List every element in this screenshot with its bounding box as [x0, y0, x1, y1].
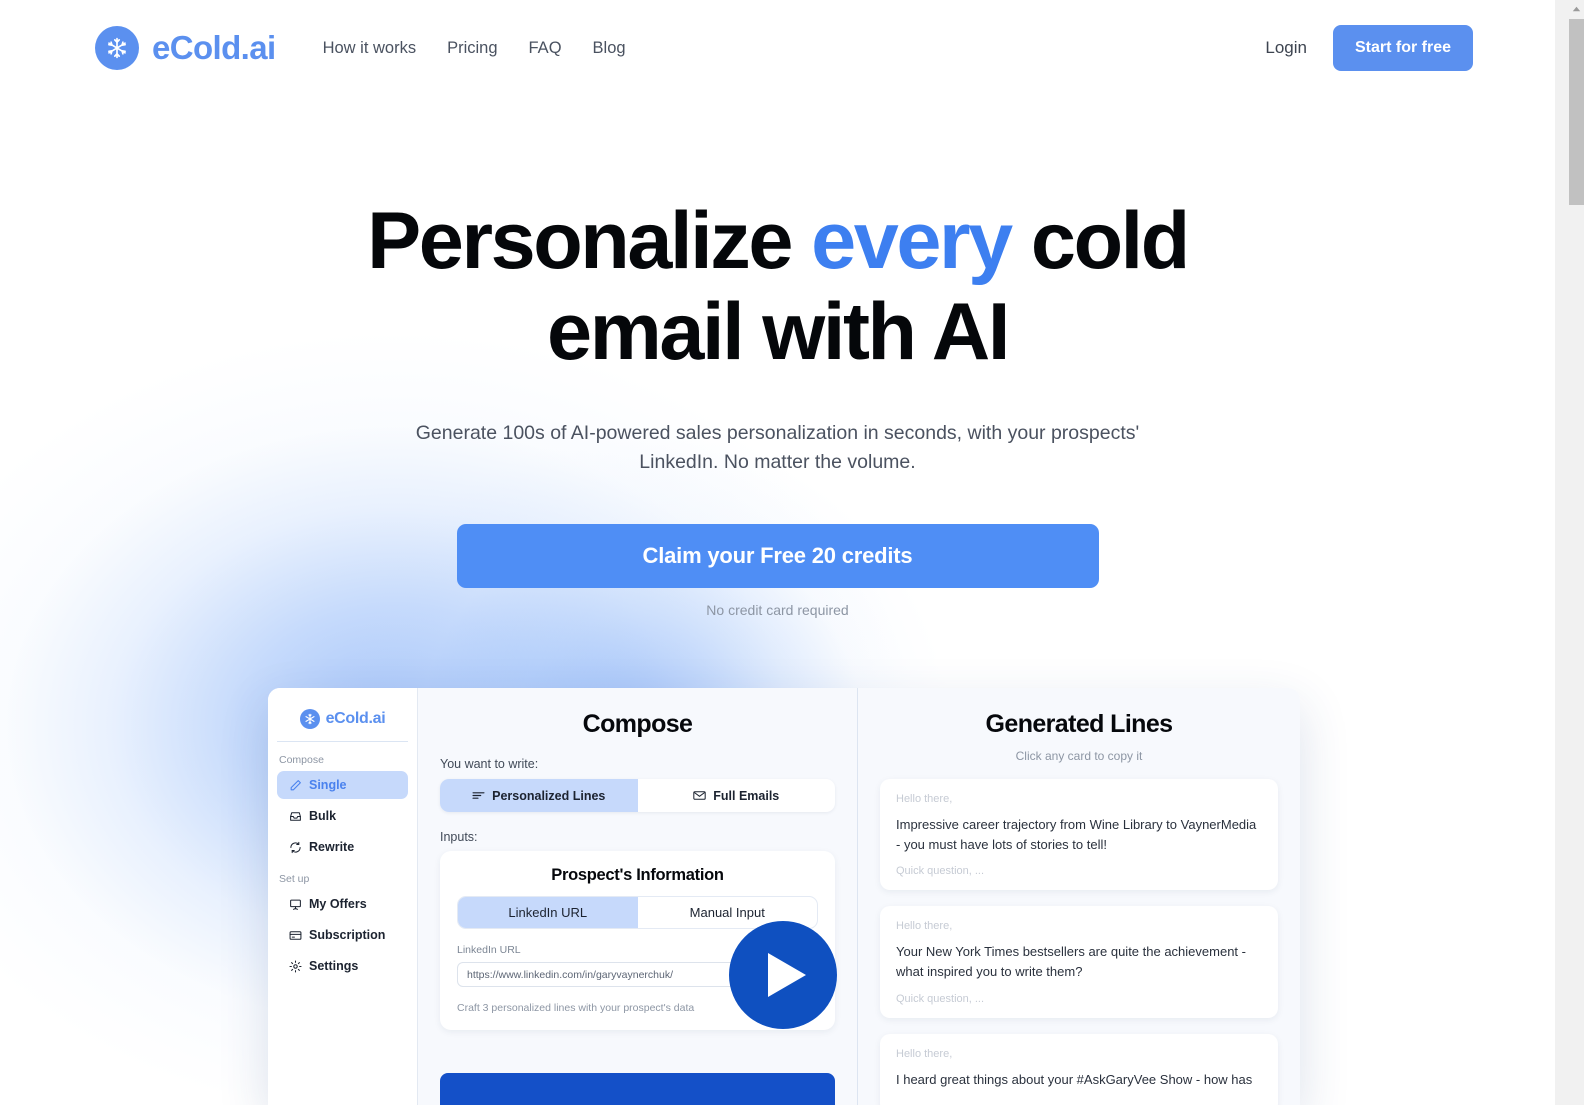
snowflake-icon — [299, 709, 320, 729]
card-body: Impressive career trajectory from Wine L… — [896, 817, 1257, 853]
main-nav: How it works Pricing FAQ Blog — [323, 39, 626, 58]
tab-label: Full Emails — [713, 788, 780, 803]
card-body: I heard great things about your #AskGary… — [896, 1071, 1253, 1087]
nav-item-faq[interactable]: FAQ — [529, 39, 562, 58]
app-brand-logo: eCold.ai — [277, 704, 408, 742]
tab-personalized-lines[interactable]: Personalized Lines — [440, 779, 638, 812]
sidebar-item-label: My Offers — [309, 897, 367, 911]
site-header: eCold.ai How it works Pricing FAQ Blog L… — [0, 0, 1555, 96]
sidebar-item-settings[interactable]: Settings — [277, 952, 408, 980]
header-actions: Login Start for free — [1265, 25, 1473, 71]
login-link[interactable]: Login — [1265, 38, 1307, 58]
generated-line-card[interactable]: Hello there, I heard great things about … — [880, 1033, 1278, 1105]
hero-title-accent: every — [811, 196, 1013, 286]
sidebar-item-single[interactable]: Single — [277, 771, 408, 799]
sidebar-item-rewrite[interactable]: Rewrite — [277, 833, 408, 861]
nav-group-label-compose: Compose — [279, 754, 324, 766]
presentation-icon — [290, 899, 301, 910]
sidebar-item-label: Subscription — [309, 928, 386, 942]
lines-icon — [472, 792, 485, 799]
page-title: Personalize every cold email with AI — [273, 196, 1283, 377]
card-greeting: Hello there, — [896, 793, 953, 805]
gear-icon — [289, 959, 302, 973]
refresh-icon — [290, 841, 301, 853]
sidebar-item-label: Settings — [309, 959, 359, 973]
nav-item-blog[interactable]: Blog — [593, 39, 626, 58]
sidebar-item-label: Single — [309, 778, 347, 792]
brand-logo[interactable]: eCold.ai — [95, 26, 276, 70]
scrollbar-up-arrow-icon[interactable] — [1569, 0, 1584, 17]
write-type-label: You want to write: — [440, 757, 539, 771]
generated-lines-panel: Generated Lines Click any card to copy i… — [858, 688, 1300, 1105]
generated-line-card[interactable]: Hello there, Your New York Times bestsel… — [880, 906, 1278, 1018]
hero-title-part1: Personalize — [367, 196, 812, 286]
claim-free-credits-button[interactable]: Claim your Free 20 credits — [456, 523, 1099, 588]
sidebar-item-subscription[interactable]: Subscription — [277, 921, 408, 949]
start-for-free-button[interactable]: Start for free — [1332, 25, 1473, 71]
tab-linkedin-url[interactable]: LinkedIn URL — [458, 897, 638, 928]
compose-title: Compose — [582, 710, 693, 738]
generated-lines-title: Generated Lines — [985, 710, 1174, 738]
app-sidebar: eCold.ai Compose Single Bulk Rewrite Set… — [268, 688, 418, 1105]
nav-item-pricing[interactable]: Pricing — [447, 39, 497, 58]
nav-item-how-it-works[interactable]: How it works — [323, 39, 417, 58]
nav-group-label-setup: Set up — [279, 873, 310, 885]
card-tail: Quick question, ... — [896, 865, 985, 878]
card-icon — [289, 930, 302, 940]
envelope-icon — [693, 791, 706, 800]
brand-name: eCold.ai — [152, 29, 276, 66]
browser-scrollbar[interactable] — [1555, 0, 1584, 1105]
card-greeting: Hello there, — [896, 1047, 953, 1060]
generated-lines-subtitle: Click any card to copy it — [1015, 749, 1143, 763]
app-preview: eCold.ai Compose Single Bulk Rewrite Set… — [268, 688, 1300, 1105]
prospect-information-title: Prospect's Information — [551, 866, 724, 884]
card-body: Your New York Times bestsellers are quit… — [896, 944, 1246, 980]
app-brand-name: eCold.ai — [325, 710, 386, 727]
inbox-icon — [290, 811, 301, 821]
sidebar-item-label: Rewrite — [309, 840, 355, 854]
scrollbar-thumb[interactable] — [1569, 19, 1584, 205]
page-viewport: eCold.ai How it works Pricing FAQ Blog L… — [0, 0, 1555, 1105]
generated-line-card[interactable]: Hello there, Impressive career trajector… — [880, 779, 1278, 891]
card-greeting: Hello there, — [896, 920, 953, 933]
inputs-label: Inputs: — [440, 830, 478, 844]
sidebar-item-label: Bulk — [309, 809, 337, 823]
no-credit-card-note: No credit card required — [706, 601, 849, 618]
sidebar-item-my-offers[interactable]: My Offers — [277, 890, 408, 918]
compose-panel: Compose You want to write: Personalized … — [418, 688, 858, 1105]
tab-full-emails[interactable]: Full Emails — [638, 779, 836, 812]
tab-label: Personalized Lines — [492, 788, 606, 803]
pencil-icon — [290, 779, 301, 790]
play-icon — [767, 953, 806, 997]
write-type-segmented-control: Personalized Lines Full Emails — [440, 779, 835, 812]
play-video-button[interactable] — [729, 921, 837, 1029]
card-tail: Quick question, ... — [896, 992, 985, 1005]
snowflake-icon — [95, 26, 139, 70]
sidebar-item-bulk[interactable]: Bulk — [277, 802, 408, 830]
generate-button[interactable] — [440, 1073, 835, 1105]
hero-subtitle: Generate 100s of AI-powered sales person… — [415, 422, 1140, 473]
